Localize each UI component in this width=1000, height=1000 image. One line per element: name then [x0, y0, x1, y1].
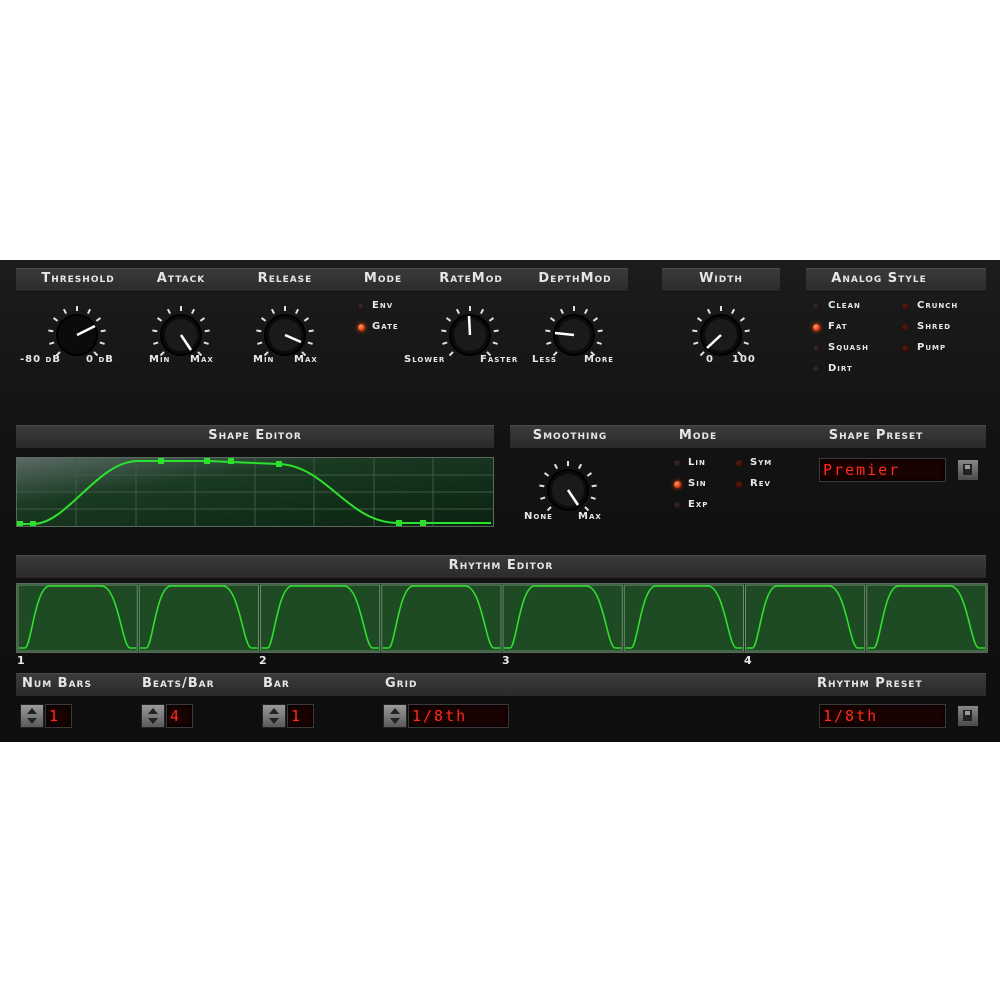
- grid-stepper[interactable]: [383, 704, 407, 728]
- mode-gate-led: [358, 324, 365, 331]
- bar-value: 1: [287, 704, 314, 728]
- width-label: Width: [699, 271, 743, 286]
- style-crunch-led: [902, 303, 909, 310]
- threshold-max-label: 0 dB: [86, 354, 114, 365]
- shape-node: [30, 521, 36, 526]
- shape-preset-display[interactable]: Premier: [819, 458, 946, 482]
- style-fat-label: Fat: [828, 321, 848, 332]
- num-bars-stepper[interactable]: [20, 704, 44, 728]
- style-pump-led: [902, 345, 909, 352]
- depthmod-max-label: More: [584, 354, 615, 365]
- shape-mode-rev-led: [736, 481, 743, 488]
- arrow-down-icon[interactable]: [27, 718, 37, 724]
- mode-env-label: Env: [372, 300, 394, 311]
- ratemod-label: RateMod: [439, 271, 503, 286]
- style-squash-led: [813, 345, 820, 352]
- attack-label: Attack: [156, 271, 206, 286]
- style-shred-led: [902, 324, 909, 331]
- shape-node: [420, 520, 426, 526]
- style-dirt-led: [813, 366, 820, 373]
- style-squash-label: Squash: [828, 342, 869, 353]
- bar-label: Bar: [263, 676, 290, 691]
- release-max-label: Max: [294, 354, 318, 365]
- rhythm-preset-display[interactable]: 1/8th: [819, 704, 946, 728]
- shape-mode-exp-label: Exp: [688, 499, 709, 510]
- bar-stepper[interactable]: [262, 704, 286, 728]
- shape-editor-canvas[interactable]: [16, 457, 494, 527]
- arrow-down-icon[interactable]: [269, 718, 279, 724]
- rhythm-editor-canvas[interactable]: [16, 583, 988, 653]
- arrow-up-icon[interactable]: [390, 708, 400, 714]
- shape-node: [17, 521, 23, 526]
- rhythm-editor-label: Rhythm Editor: [448, 558, 554, 573]
- num-bars-value: 1: [45, 704, 72, 728]
- style-clean-label: Clean: [828, 300, 861, 311]
- mode-gate-label: Gate: [372, 321, 399, 332]
- attack-max-label: Max: [190, 354, 214, 365]
- style-fat-led: [813, 324, 820, 331]
- shape-mode-lin-label: Lin: [688, 457, 706, 468]
- shape-node: [158, 458, 164, 464]
- release-label: Release: [257, 271, 313, 286]
- shape-mode-lin-led: [674, 460, 681, 467]
- beats-per-bar-value: 4: [166, 704, 193, 728]
- width-max-label: 100: [732, 354, 756, 365]
- rhythm-preset-label: Rhythm Preset: [817, 676, 923, 691]
- threshold-label: Threshold: [41, 271, 115, 286]
- bar-marker-1: 1: [17, 654, 25, 667]
- grid-label: Grid: [385, 676, 418, 691]
- arrow-up-icon[interactable]: [269, 708, 279, 714]
- rhythm-preset-save-button[interactable]: [957, 705, 979, 727]
- shape-mode-rev-label: Rev: [750, 478, 771, 489]
- grid-value: 1/8th: [408, 704, 509, 728]
- analog-style-label: Analog Style: [831, 271, 927, 286]
- shape-mode-label: Mode: [678, 428, 718, 443]
- depthmod-label: DepthMod: [538, 271, 612, 286]
- shape-mode-exp-led: [674, 502, 681, 509]
- bar-marker-3: 3: [502, 654, 510, 667]
- num-bars-label: Num Bars: [22, 676, 92, 691]
- threshold-min-label: -80 dB: [20, 354, 61, 365]
- shape-node: [228, 458, 234, 464]
- arrow-down-icon[interactable]: [390, 718, 400, 724]
- smoothing-max-label: Max: [578, 511, 602, 522]
- shape-mode-sym-led: [736, 460, 743, 467]
- beats-per-bar-stepper[interactable]: [141, 704, 165, 728]
- width-min-label: 0: [706, 354, 714, 365]
- style-dirt-label: Dirt: [828, 363, 853, 374]
- shape-node: [276, 461, 282, 467]
- mode-label: Mode: [363, 271, 403, 286]
- attack-min-label: Min: [149, 354, 171, 365]
- plugin-window: Threshold Attack Release Mode RateMod De…: [0, 260, 1000, 742]
- style-clean-led: [813, 303, 820, 310]
- shape-mode-sin-label: Sin: [688, 478, 707, 489]
- shape-mode-sin-led: [674, 481, 681, 488]
- release-min-label: Min: [253, 354, 275, 365]
- arrow-up-icon[interactable]: [148, 708, 158, 714]
- depthmod-min-label: Less: [532, 354, 557, 365]
- shape-editor-label: Shape Editor: [208, 428, 302, 443]
- arrow-down-icon[interactable]: [148, 718, 158, 724]
- shape-preset-label: Shape Preset: [828, 428, 924, 443]
- smoothing-min-label: None: [524, 511, 553, 522]
- shape-node: [204, 458, 210, 464]
- style-pump-label: Pump: [917, 342, 947, 353]
- beats-per-bar-label: Beats/Bar: [142, 676, 215, 691]
- style-shred-label: Shred: [917, 321, 952, 332]
- bar-marker-4: 4: [744, 654, 752, 667]
- ratemod-max-label: Faster: [480, 354, 519, 365]
- mode-env-led: [358, 303, 365, 310]
- bar-marker-2: 2: [259, 654, 267, 667]
- shape-mode-sym-label: Sym: [750, 457, 773, 468]
- arrow-up-icon[interactable]: [27, 708, 37, 714]
- smoothing-label: Smoothing: [532, 428, 608, 443]
- style-crunch-label: Crunch: [917, 300, 959, 311]
- shape-node: [396, 520, 402, 526]
- ratemod-min-label: Slower: [404, 354, 446, 365]
- shape-preset-save-button[interactable]: [957, 459, 979, 481]
